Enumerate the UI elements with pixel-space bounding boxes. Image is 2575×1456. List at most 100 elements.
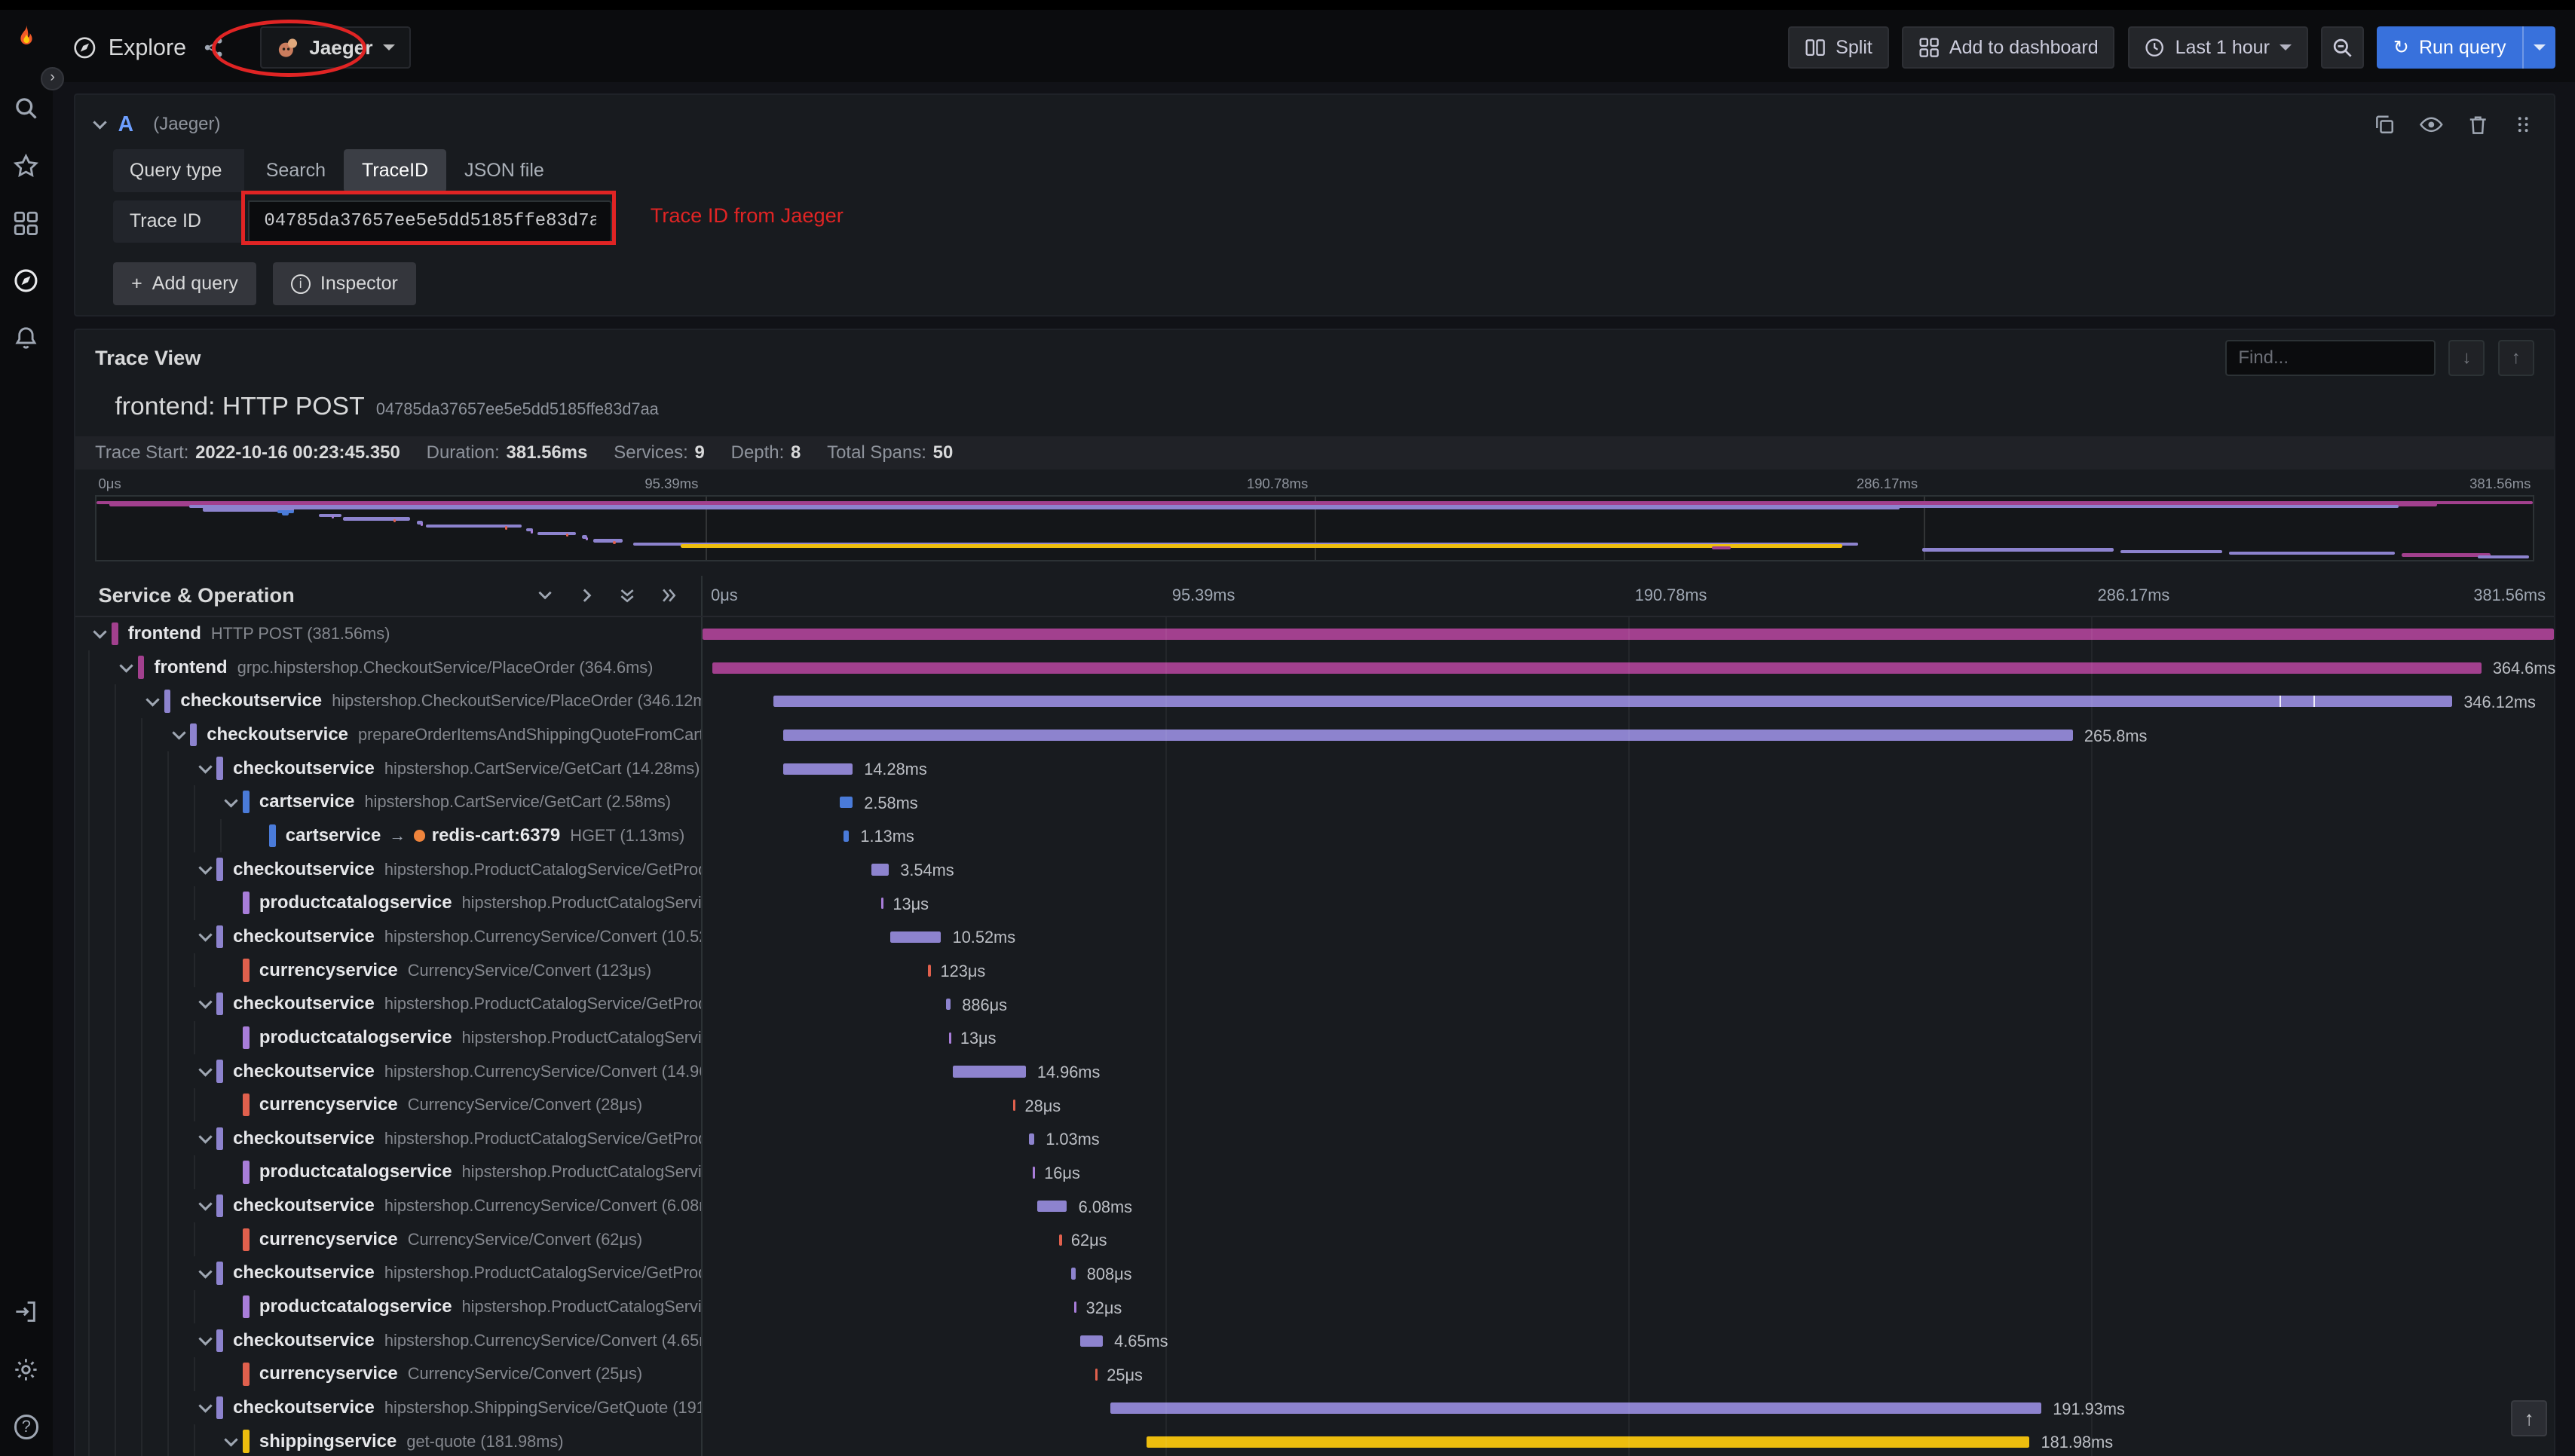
sign-in-icon[interactable] bbox=[13, 1298, 39, 1325]
find-next-button[interactable]: ↓ bbox=[2448, 339, 2485, 376]
span-bar[interactable] bbox=[928, 965, 931, 977]
span-bar[interactable] bbox=[946, 999, 951, 1011]
run-query-button[interactable]: ↻ Run query bbox=[2377, 26, 2523, 69]
span-bar[interactable] bbox=[843, 830, 850, 843]
drag-handle-icon[interactable] bbox=[2512, 114, 2534, 135]
span-row[interactable]: checkoutservice hipstershop.ProductCatalo… bbox=[75, 1121, 2554, 1156]
trace-id-input[interactable] bbox=[247, 200, 613, 243]
collapse-chevron-icon[interactable] bbox=[197, 861, 213, 875]
configuration-gear-icon[interactable] bbox=[13, 1357, 39, 1383]
span-bar[interactable] bbox=[840, 797, 853, 809]
span-row[interactable]: checkoutservice hipstershop.CheckoutServi… bbox=[75, 684, 2554, 718]
span-bar[interactable] bbox=[703, 628, 2554, 641]
span-row[interactable]: shippingservice get-quote (181.98ms) 181.9… bbox=[75, 1424, 2554, 1456]
span-bar[interactable] bbox=[1110, 1402, 2042, 1415]
share-icon[interactable] bbox=[203, 37, 224, 58]
span-row[interactable]: frontend HTTP POST (381.56ms) bbox=[75, 616, 2554, 651]
scroll-to-top-button[interactable]: ↑ bbox=[2511, 1400, 2548, 1437]
span-row[interactable]: checkoutservice hipstershop.ProductCatalo… bbox=[75, 1256, 2554, 1290]
span-bar[interactable] bbox=[1059, 1234, 1062, 1246]
span-row[interactable]: productcatalogservice hipstershop.Product… bbox=[75, 886, 2554, 920]
span-row[interactable]: checkoutservice hipstershop.CartService/G… bbox=[75, 751, 2554, 785]
time-range-picker[interactable]: Last 1 hour bbox=[2127, 26, 2308, 69]
span-bar[interactable] bbox=[1147, 1436, 2030, 1448]
collapse-chevron-icon[interactable] bbox=[197, 1063, 213, 1077]
find-prev-button[interactable]: ↑ bbox=[2497, 339, 2534, 376]
span-bar[interactable] bbox=[871, 864, 889, 876]
hide-response-eye-icon[interactable] bbox=[2419, 112, 2444, 137]
collapse-chevron-icon[interactable] bbox=[197, 995, 213, 1010]
span-bar[interactable] bbox=[1029, 1133, 1034, 1145]
span-row[interactable]: productcatalogservice hipstershop.Product… bbox=[75, 1289, 2554, 1324]
collapse-chevron-icon[interactable] bbox=[197, 1197, 213, 1212]
help-icon[interactable]: ? bbox=[13, 1414, 39, 1440]
span-bar[interactable] bbox=[1037, 1201, 1067, 1213]
query-type-tab-search[interactable]: Search bbox=[248, 149, 344, 192]
zoom-out-time-button[interactable] bbox=[2321, 26, 2364, 69]
expand-all-icon[interactable] bbox=[659, 586, 678, 605]
collapse-chevron-icon[interactable] bbox=[197, 1332, 213, 1346]
span-bar[interactable] bbox=[1013, 1100, 1016, 1112]
span-row[interactable]: currencyservice CurrencyService/Convert (… bbox=[75, 953, 2554, 987]
add-query-button[interactable]: + Add query bbox=[113, 262, 256, 305]
span-bar[interactable] bbox=[1071, 1268, 1076, 1280]
collapse-chevron-icon[interactable] bbox=[119, 659, 133, 673]
collapse-chevron-icon[interactable] bbox=[197, 928, 213, 942]
span-row[interactable]: currencyservice CurrencyService/Convert (… bbox=[75, 1357, 2554, 1391]
span-row[interactable]: cartservice → redis-cart:6379 HGET (1.13ms)… bbox=[75, 818, 2554, 853]
span-bar[interactable] bbox=[783, 729, 2073, 742]
grafana-logo-icon[interactable] bbox=[8, 23, 44, 59]
span-bar[interactable] bbox=[783, 763, 853, 775]
span-bar[interactable] bbox=[953, 1066, 1026, 1078]
datasource-picker[interactable]: Jaeger bbox=[260, 26, 412, 69]
span-bar[interactable] bbox=[1095, 1369, 1098, 1381]
explore-icon[interactable] bbox=[13, 268, 39, 294]
span-row[interactable]: checkoutservice prepareOrderItemsAndShipp… bbox=[75, 717, 2554, 752]
add-to-dashboard-button[interactable]: Add to dashboard bbox=[1901, 26, 2115, 69]
query-type-tab-json-file[interactable]: JSON file bbox=[446, 149, 562, 192]
collapse-chevron-icon[interactable] bbox=[197, 1130, 213, 1144]
collapse-all-icon[interactable] bbox=[617, 586, 637, 605]
query-row-header[interactable]: A (Jaeger) bbox=[93, 109, 2534, 142]
span-row[interactable]: checkoutservice hipstershop.ProductCatalo… bbox=[75, 986, 2554, 1021]
span-bar[interactable] bbox=[948, 1032, 951, 1044]
span-bar[interactable] bbox=[773, 696, 2453, 708]
collapse-chevron-icon[interactable] bbox=[171, 726, 186, 741]
duplicate-query-icon[interactable] bbox=[2373, 113, 2396, 136]
span-bar[interactable] bbox=[1079, 1335, 1103, 1347]
span-row[interactable]: currencyservice CurrencyService/Convert (… bbox=[75, 1087, 2554, 1122]
collapse-chevron-icon[interactable] bbox=[145, 692, 160, 707]
span-row[interactable]: checkoutservice hipstershop.CurrencyServi… bbox=[75, 919, 2554, 954]
split-button[interactable]: Split bbox=[1788, 26, 1889, 69]
dashboards-icon[interactable] bbox=[13, 210, 39, 237]
collapse-chevron-icon[interactable] bbox=[197, 760, 213, 774]
collapse-chevron-icon[interactable] bbox=[93, 625, 107, 640]
span-bar[interactable] bbox=[889, 931, 942, 944]
span-row[interactable]: checkoutservice hipstershop.ProductCatalo… bbox=[75, 852, 2554, 886]
collapse-chevron-icon[interactable] bbox=[197, 1399, 213, 1414]
collapse-chevron-icon[interactable] bbox=[224, 793, 239, 808]
span-row[interactable]: checkoutservice hipstershop.ShippingServi… bbox=[75, 1390, 2554, 1425]
starred-icon[interactable] bbox=[13, 153, 39, 179]
inspector-button[interactable]: i Inspector bbox=[272, 262, 416, 305]
span-row[interactable]: checkoutservice hipstershop.CurrencyServi… bbox=[75, 1188, 2554, 1223]
span-bar[interactable] bbox=[1032, 1167, 1036, 1179]
remove-query-trash-icon[interactable] bbox=[2466, 113, 2489, 136]
expand-one-icon[interactable] bbox=[577, 586, 596, 605]
collapse-one-icon[interactable] bbox=[535, 586, 555, 605]
search-icon[interactable] bbox=[13, 95, 39, 121]
span-row[interactable]: checkoutservice hipstershop.CurrencyServi… bbox=[75, 1323, 2554, 1358]
find-input[interactable] bbox=[2225, 339, 2436, 376]
span-bar[interactable] bbox=[712, 662, 2482, 674]
query-type-tab-traceid[interactable]: TraceID bbox=[344, 149, 447, 192]
span-row[interactable]: productcatalogservice hipstershop.Product… bbox=[75, 1020, 2554, 1055]
span-bar[interactable] bbox=[1074, 1302, 1077, 1314]
run-query-caret-button[interactable] bbox=[2522, 26, 2555, 69]
span-row[interactable]: currencyservice CurrencyService/Convert (… bbox=[75, 1222, 2554, 1257]
alerting-icon[interactable] bbox=[13, 325, 39, 351]
sidebar-expand-button[interactable]: › bbox=[41, 67, 64, 90]
collapse-chevron-icon[interactable] bbox=[224, 1433, 239, 1447]
span-row[interactable]: cartservice hipstershop.CartService/GetCa… bbox=[75, 785, 2554, 819]
span-row[interactable]: productcatalogservice hipstershop.Product… bbox=[75, 1155, 2554, 1189]
span-row[interactable]: frontend grpc.hipstershop.CheckoutService… bbox=[75, 650, 2555, 684]
